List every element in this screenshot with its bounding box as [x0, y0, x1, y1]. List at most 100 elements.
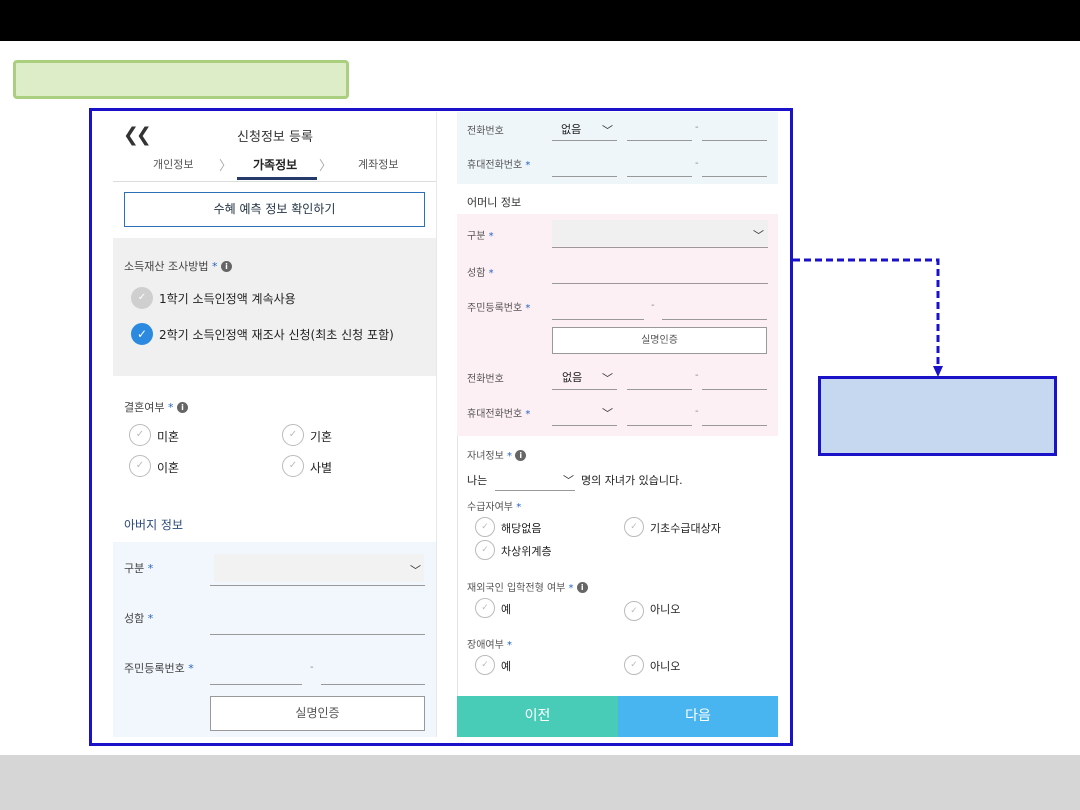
required-mark: * [525, 409, 531, 420]
marriage-label: 결혼여부 [124, 401, 165, 414]
recipient-label: 수급자여부 [467, 502, 513, 513]
radio-single[interactable]: ✓ [129, 424, 151, 446]
radio-overseas-yes[interactable]: ✓ [475, 598, 495, 618]
check-benefit-button[interactable]: 수혜 예측 정보 확인하기 [124, 192, 425, 227]
option-income-reexamine: 2학기 소득인정액 재조사 신청(최초 신청 포함) [159, 328, 394, 342]
info-icon[interactable]: i [576, 582, 588, 593]
mother-mobile-label: 휴대전화번호 [467, 409, 523, 420]
father-phone-label: 전화번호 [467, 126, 504, 137]
tab-account-info[interactable]: 계좌정보 [358, 156, 398, 172]
mother-mobile-first-select[interactable] [552, 425, 617, 426]
chevron-down-icon: ﹀ [602, 372, 613, 385]
option-widowed: 사별 [310, 461, 333, 475]
father-rrn-label: 주민등록번호 [124, 662, 185, 675]
required-mark: * [525, 160, 531, 171]
blue-callout-box [818, 376, 1057, 456]
chevron-down-icon: ﹀ [602, 407, 613, 420]
option-married: 기혼 [310, 430, 333, 444]
children-suffix: 명의 자녀가 있습니다. [581, 474, 683, 487]
radio-recipient-basic[interactable]: ✓ [624, 517, 644, 537]
father-info-title: 아버지 정보 [124, 518, 184, 532]
mother-type-label: 구분 [467, 231, 486, 242]
step-tabs: 개인정보 〉 가족정보 〉 계좌정보 [113, 150, 436, 182]
income-method-section: 소득재산 조사방법 * i ✓ 1학기 소득인정액 계속사용 ✓ 2학기 소득인… [113, 238, 436, 376]
mother-phone-last-input[interactable] [702, 389, 767, 390]
mother-mobile-last-input[interactable] [702, 425, 767, 426]
info-icon[interactable]: i [515, 450, 527, 461]
next-button[interactable]: 다음 [618, 696, 778, 737]
father-phone-section [457, 112, 778, 184]
father-phone-last-input[interactable] [702, 140, 767, 141]
children-info-label: 자녀정보 [467, 451, 504, 462]
mother-mobile-mid-input[interactable] [627, 425, 692, 426]
father-phone-select[interactable]: 없음 [561, 121, 581, 137]
mother-rrn-front-input[interactable] [552, 319, 644, 320]
father-phone-mid-input[interactable] [627, 140, 692, 141]
info-icon[interactable]: i [220, 261, 232, 272]
chevron-down-icon: ﹀ [602, 124, 613, 137]
tab-family-info[interactable]: 가족정보 [253, 156, 297, 173]
chevron-right-icon: 〉 [319, 159, 333, 174]
rrn-dash: - [310, 662, 314, 673]
radio-disability-no[interactable]: ✓ [624, 655, 644, 675]
required-mark: * [488, 231, 494, 242]
radio-income-keep[interactable]: ✓ [131, 287, 153, 309]
page-title: 신청정보 등록 [237, 130, 313, 145]
option-disability-yes: 예 [501, 660, 512, 673]
mother-phone-mid-input[interactable] [627, 389, 692, 390]
radio-recipient-none[interactable]: ✓ [475, 517, 495, 537]
mother-phone-select[interactable]: 없음 [562, 369, 582, 385]
father-mobile-first-input[interactable] [552, 176, 617, 177]
chevron-right-icon: 〉 [219, 159, 233, 174]
required-mark: * [188, 662, 194, 675]
phone-dash: - [695, 370, 699, 381]
mother-type-select[interactable] [552, 220, 768, 246]
radio-overseas-no[interactable]: ✓ [624, 601, 644, 621]
mother-name-label: 성함 [467, 268, 486, 279]
required-mark: * [525, 303, 531, 314]
required-mark: * [516, 502, 522, 513]
radio-divorced[interactable]: ✓ [129, 455, 151, 477]
required-mark: * [568, 583, 574, 594]
mother-phone-label: 전화번호 [467, 374, 504, 385]
father-name-label: 성함 [124, 612, 145, 625]
income-method-label: 소득재산 조사방법 [124, 260, 209, 273]
radio-recipient-near-poverty[interactable]: ✓ [475, 540, 495, 560]
option-recipient-none: 해당없음 [501, 522, 542, 535]
mother-name-input[interactable] [552, 283, 768, 284]
father-rrn-back-input[interactable] [321, 684, 425, 685]
radio-income-reexamine[interactable]: ✓ [131, 323, 153, 345]
active-tab-underline [237, 177, 317, 180]
mother-rrn-back-input[interactable] [662, 319, 767, 320]
father-name-input[interactable] [210, 634, 425, 635]
right-form-panel: 전화번호 없음 ﹀ - 휴대전화번호 * - 어머니 정보 구분 * ﹀ 성함 … [457, 112, 778, 737]
connector-line [793, 258, 940, 372]
radio-disability-yes[interactable]: ✓ [475, 655, 495, 675]
father-mobile-mid-input[interactable] [627, 176, 692, 177]
required-mark: * [167, 401, 174, 414]
option-recipient-near-poverty: 차상위계층 [501, 545, 552, 558]
overseas-label: 재외국인 입학전형 여부 [467, 583, 566, 594]
mother-rrn-label: 주민등록번호 [467, 303, 523, 314]
rrn-dash: - [651, 300, 655, 311]
option-single: 미혼 [157, 430, 180, 444]
tab-personal-info[interactable]: 개인정보 [153, 156, 193, 172]
father-rrn-front-input[interactable] [210, 684, 302, 685]
father-mobile-last-input[interactable] [702, 176, 767, 177]
radio-widowed[interactable]: ✓ [282, 455, 304, 477]
radio-married[interactable]: ✓ [282, 424, 304, 446]
chevron-down-icon: ﹀ [410, 564, 421, 577]
phone-dash: - [695, 122, 699, 133]
required-mark: * [147, 562, 154, 575]
prev-button[interactable]: 이전 [457, 696, 618, 737]
chevron-down-icon: ﹀ [753, 229, 764, 242]
children-prefix: 나는 [467, 474, 488, 487]
required-mark: * [507, 640, 512, 651]
phone-dash: - [695, 158, 699, 169]
father-realname-button[interactable]: 실명인증 [210, 696, 425, 731]
father-type-select[interactable] [214, 554, 424, 582]
children-count-select[interactable] [495, 490, 575, 491]
info-icon[interactable]: i [176, 402, 188, 413]
mother-realname-button[interactable]: 실명인증 [552, 327, 767, 354]
option-disability-no: 아니오 [650, 660, 681, 673]
